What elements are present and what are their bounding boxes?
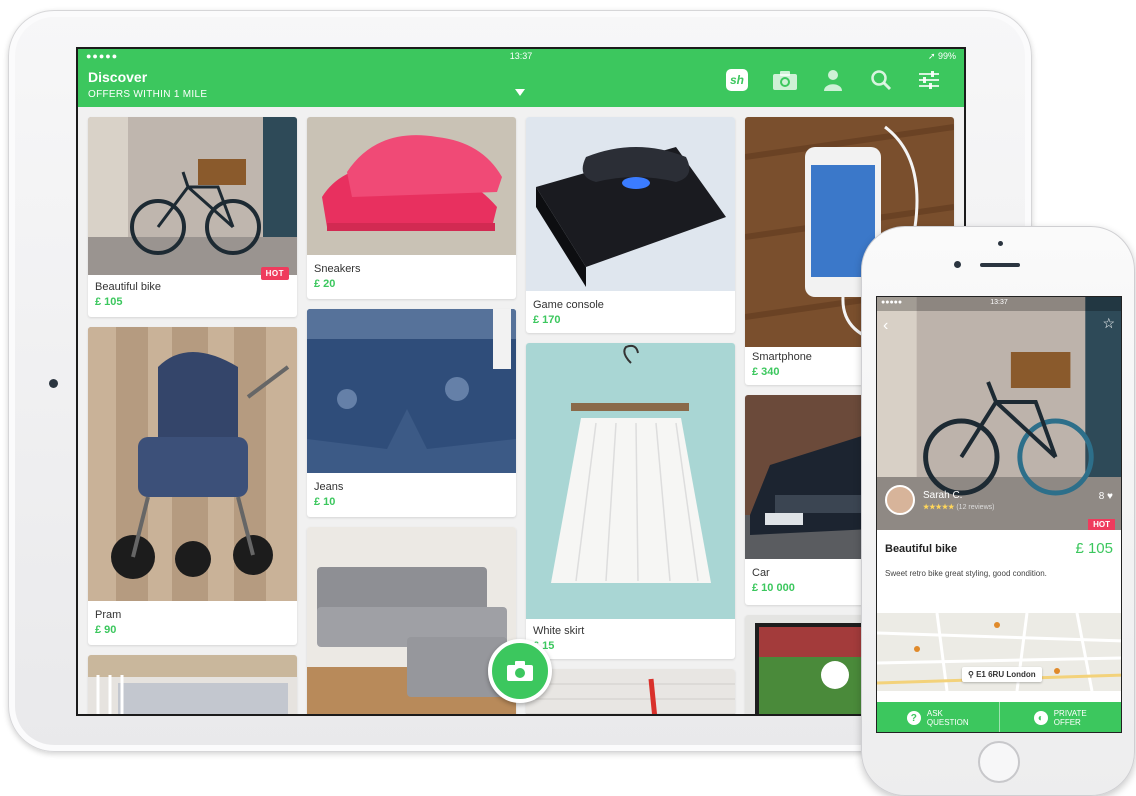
location-map[interactable]: ⚲ E1 6RU London xyxy=(877,613,1121,691)
chevron-down-icon[interactable] xyxy=(515,89,525,96)
status-time: 13:37 xyxy=(509,51,533,61)
listing-card[interactable] xyxy=(88,655,297,714)
iphone-camera xyxy=(954,261,961,268)
listing-price: £ 170 xyxy=(533,314,561,326)
white-skirt-photo xyxy=(526,343,735,619)
listing-price: £ 340 xyxy=(752,366,780,378)
rating-stars: ★★★★★ xyxy=(923,503,955,511)
ask-line2: QUESTION xyxy=(926,718,969,727)
iphone-speaker xyxy=(980,263,1020,267)
bike-photo xyxy=(88,117,297,275)
sh-logo-icon[interactable]: sh xyxy=(724,67,750,93)
pram-photo xyxy=(88,327,297,601)
page-title: Discover xyxy=(88,69,148,85)
item-price: £ 105 xyxy=(1075,540,1113,557)
sneakers-photo xyxy=(307,117,516,255)
bed-photo xyxy=(88,655,297,714)
ask-line1: ASK xyxy=(926,709,943,718)
listing-card[interactable]: HOT Beautiful bike £ 105 xyxy=(88,117,297,317)
iphone-screen: ●●●●● 13:37 ‹ ☆ Sarah C. ★★★★★ (12 revie… xyxy=(876,296,1122,733)
private-offer-button[interactable]: ◐ PRIVATE OFFER xyxy=(998,702,1122,732)
item-description: Sweet retro bike great styling, good con… xyxy=(885,569,1047,578)
jeans-photo xyxy=(307,309,516,473)
ask-question-button[interactable]: ? ASK QUESTION xyxy=(877,702,999,732)
question-icon: ? xyxy=(906,711,921,725)
camera-icon[interactable] xyxy=(772,67,798,93)
listing-price: £ 20 xyxy=(314,278,336,290)
profile-icon[interactable] xyxy=(820,67,846,93)
iphone-status-bar: ●●●●● 13:37 xyxy=(881,299,1117,306)
hot-badge: HOT xyxy=(1088,519,1115,530)
sofa-photo xyxy=(307,527,516,714)
listing-card[interactable]: Jeans £ 10 xyxy=(307,309,516,517)
seller-info[interactable]: Sarah C. ★★★★★ (12 reviews) xyxy=(885,485,994,515)
ipad-camera xyxy=(49,379,58,388)
likes-count[interactable]: 8 ♥ xyxy=(1099,491,1113,502)
listing-card[interactable]: Sneakers £ 20 xyxy=(307,117,516,299)
listing-price: £ 105 xyxy=(95,296,123,308)
listing-card[interactable]: Game console £ 170 xyxy=(526,117,735,333)
listing-card[interactable] xyxy=(307,527,516,714)
ipad-screen: ●●●●● 13:37 ➚ 99% Discover OFFERS WITHIN… xyxy=(76,47,966,716)
status-bar: ●●●●● 13:37 ➚ 99% xyxy=(78,49,964,63)
battery-indicator: ➚ 99% xyxy=(927,51,956,61)
listing-price: £ 10 xyxy=(314,496,336,508)
listing-card[interactable] xyxy=(526,669,735,714)
map-location-label: ⚲ E1 6RU London xyxy=(962,667,1042,682)
scooter-photo xyxy=(526,669,735,714)
chat-icon: ◐ xyxy=(1033,711,1048,725)
star-icon[interactable]: ☆ xyxy=(1102,315,1115,332)
listing-price: £ 90 xyxy=(95,624,117,636)
stage: ●●●●● 13:37 ➚ 99% Discover OFFERS WITHIN… xyxy=(0,0,1136,796)
listing-title: Smartphone xyxy=(752,351,812,363)
listing-card[interactable]: White skirt £ 15 xyxy=(526,343,735,659)
toolbar: sh xyxy=(724,67,942,93)
avatar xyxy=(885,485,915,515)
offer-line1: PRIVATE xyxy=(1053,709,1087,718)
listing-title: Car xyxy=(752,567,770,579)
filters-icon[interactable] xyxy=(916,67,942,93)
iphone-device: ●●●●● 13:37 ‹ ☆ Sarah C. ★★★★★ (12 revie… xyxy=(861,226,1135,796)
back-icon[interactable]: ‹ xyxy=(883,317,888,335)
listing-card[interactable]: Pram £ 90 xyxy=(88,327,297,645)
review-count: (12 reviews) xyxy=(956,503,995,511)
location-filter-label[interactable]: OFFERS WITHIN 1 MILE xyxy=(88,89,207,100)
game-console-photo xyxy=(526,117,735,291)
seller-rating: ★★★★★ (12 reviews) xyxy=(923,503,994,511)
seller-name: Sarah C. xyxy=(923,489,963,501)
search-icon[interactable] xyxy=(868,67,894,93)
offer-line2: OFFER xyxy=(1053,718,1081,727)
location-text: E1 6RU London xyxy=(976,670,1036,679)
hot-badge: HOT xyxy=(260,267,289,280)
status-time: 13:37 xyxy=(990,299,1008,306)
listing-title: Game console xyxy=(533,299,604,311)
sell-camera-button[interactable] xyxy=(488,639,552,703)
action-bar: ? ASK QUESTION ◐ PRIVATE OFFER xyxy=(877,702,1122,732)
app-header: ●●●●● 13:37 ➚ 99% Discover OFFERS WITHIN… xyxy=(78,49,964,107)
listing-title: Sneakers xyxy=(314,263,361,275)
home-button[interactable] xyxy=(978,741,1020,783)
listing-title: Jeans xyxy=(314,481,344,493)
listing-title: White skirt xyxy=(533,625,585,637)
item-title: Beautiful bike xyxy=(885,543,958,555)
listings-grid: HOT Beautiful bike £ 105 Pram £ 90 Sneak… xyxy=(78,107,964,714)
listing-title: Beautiful bike xyxy=(95,281,162,293)
listing-title: Pram xyxy=(95,609,122,621)
proximity-sensor xyxy=(998,241,1003,246)
listing-price: £ 10 000 xyxy=(752,582,795,594)
